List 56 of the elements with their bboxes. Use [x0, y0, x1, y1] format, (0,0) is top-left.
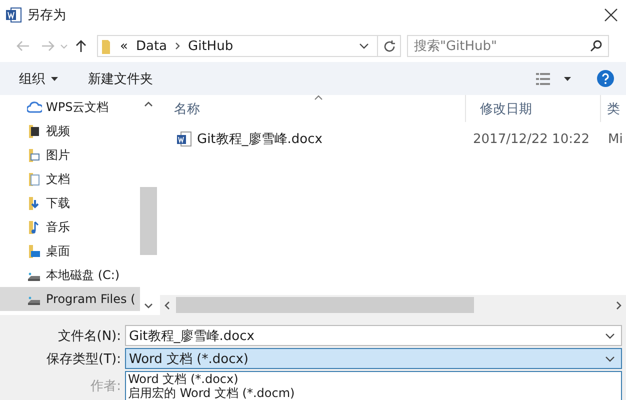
scrollbar-thumb[interactable] [176, 297, 474, 313]
close-icon[interactable] [604, 8, 618, 22]
folder-icon [102, 38, 112, 54]
overflow-marker[interactable]: « [120, 38, 128, 54]
caret-icon [51, 76, 58, 80]
scroll-right-icon[interactable] [616, 300, 622, 310]
address-dropdown-icon[interactable] [359, 43, 369, 49]
sidebar-item[interactable]: 桌面 [0, 239, 140, 263]
search-icon[interactable] [590, 40, 602, 52]
column-header[interactable]: 类 [601, 95, 626, 122]
sidebar-item[interactable]: 本地磁盘 (C:) [0, 263, 140, 287]
breadcrumb[interactable]: Data [136, 38, 168, 54]
breadcrumb[interactable]: GitHub [188, 38, 234, 54]
scroll-left-icon[interactable] [164, 300, 170, 310]
sidebar-item[interactable]: 音乐 [0, 215, 140, 239]
sidebar-item[interactable]: 文档 [0, 167, 140, 191]
scroll-down-icon[interactable] [144, 303, 153, 309]
address-bar[interactable]: « Data GitHub [97, 35, 401, 57]
column-header[interactable]: 名称 [160, 95, 466, 122]
desktop-folder-icon [27, 244, 42, 258]
view-options-icon[interactable] [536, 72, 550, 86]
type-cell-text: Mi [607, 132, 624, 146]
document-folder-icon [27, 172, 42, 186]
help-icon[interactable] [597, 70, 614, 87]
date-cell-text: 2017/12/22 10:22 [472, 132, 591, 146]
sidebar-item[interactable]: 下载 [0, 191, 140, 215]
file-name-field[interactable]: Git教程_廖雪峰.docx [125, 325, 622, 346]
save-type-label: 保存类型(T): [46, 350, 122, 368]
scrollbar-thumb[interactable] [140, 187, 157, 255]
file-name-label: 文件名(N): [56, 328, 122, 344]
dropdown-option[interactable]: 启用宏的 Word 文档 (*.docm) [128, 386, 621, 400]
new-folder-button[interactable]: 新建文件夹 [88, 66, 153, 90]
column-header[interactable]: 修改日期 [466, 95, 601, 122]
sidebar-item[interactable]: 图片 [0, 143, 140, 167]
author-label: 作者: [90, 378, 122, 395]
dropdown-caret-icon[interactable] [605, 356, 615, 362]
organize-menu[interactable]: 组织 [19, 66, 58, 90]
sidebar-item[interactable]: 视频 [0, 119, 140, 143]
save-type-dropdown[interactable]: Word 文档 (*.docx) [125, 348, 622, 369]
refresh-icon[interactable] [382, 40, 396, 52]
cloud-icon [27, 100, 42, 114]
dropdown-option[interactable]: Word 文档 (*.docx) [128, 372, 621, 386]
dropdown-caret-icon[interactable] [605, 332, 615, 338]
chevron-right-icon [175, 42, 180, 50]
video-folder-icon [27, 124, 42, 138]
word-document-icon [176, 131, 192, 147]
search-field[interactable]: 搜索"GitHub" [407, 35, 609, 57]
sidebar-item[interactable]: WPS云文档 [0, 95, 140, 119]
scroll-up-icon[interactable] [144, 101, 153, 107]
window-title: 另存为 [27, 7, 67, 24]
picture-folder-icon [27, 148, 42, 162]
file-name-cell[interactable]: Git教程_廖雪峰.docx [160, 130, 466, 148]
up-arrow-icon[interactable] [74, 39, 86, 53]
word-app-icon [6, 7, 22, 23]
view-caret-icon[interactable] [564, 76, 571, 80]
sidebar-item[interactable]: Program Files ( [0, 287, 140, 311]
